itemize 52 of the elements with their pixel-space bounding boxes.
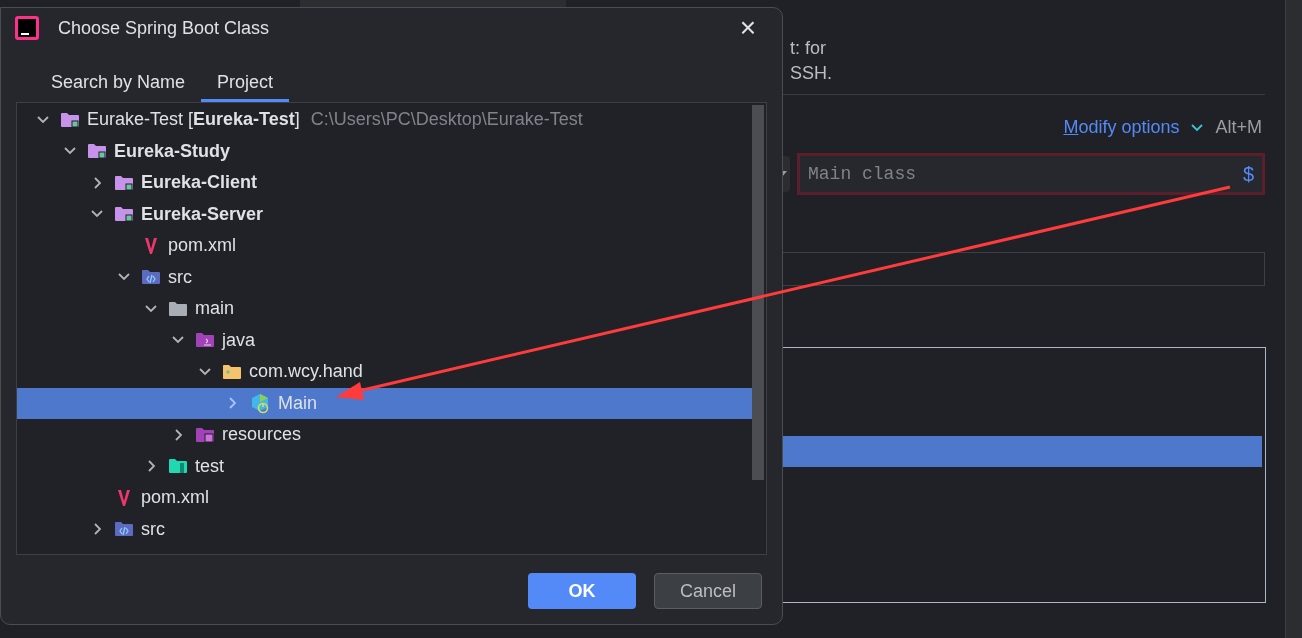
tree-row[interactable]: Eureka-Server <box>17 198 752 230</box>
spring-class-icon <box>249 392 271 415</box>
folder-icon <box>60 110 80 129</box>
chevron-down-icon[interactable] <box>1191 122 1204 133</box>
tree-label: Eureka-Client <box>141 171 258 195</box>
modify-options-link[interactable]: Modify options <box>1063 114 1180 141</box>
folder-icon <box>222 362 242 381</box>
tree-label: main <box>195 297 234 321</box>
folder-icon <box>114 173 134 192</box>
tree-label: src <box>141 517 165 541</box>
tree-row[interactable]: pom.xml <box>17 230 752 262</box>
tree-row[interactable]: Eureka-Study <box>17 135 752 167</box>
close-button[interactable]: × <box>739 14 756 42</box>
path-text: C:\Users\PC\Desktop\Eurake-Test <box>310 108 583 132</box>
tree-row[interactable]: Eurake-Test [Eureka-Test] C:\Users\PC\Desktop\Eurake-Test <box>17 104 752 136</box>
tree-label: Eureka-Server <box>141 202 264 226</box>
folder-icon <box>141 268 161 287</box>
folder-icon <box>87 142 107 161</box>
dialog-title: Choose Spring Boot Class <box>58 16 270 40</box>
tree-row[interactable]: main <box>17 293 752 325</box>
note-text: SSH. <box>790 62 832 85</box>
tree-label: test <box>195 454 224 478</box>
tree-label: Main <box>278 391 317 415</box>
app-logo-icon <box>15 16 39 40</box>
main-class-field[interactable]: Main class $ <box>797 153 1265 195</box>
folder-icon <box>195 425 215 444</box>
tree-label: Eurake-Test [Eureka-Test] <box>87 108 300 132</box>
folder-icon <box>195 331 215 350</box>
tree-row[interactable]: src <box>17 513 752 545</box>
tree-row[interactable]: com.wcy.hand <box>17 356 752 388</box>
folder-icon <box>168 299 188 318</box>
note-text: t: for <box>790 37 826 60</box>
tree-label: pom.xml <box>168 234 236 258</box>
tree-label: java <box>222 328 256 352</box>
tree-row[interactable]: test <box>17 450 752 482</box>
macro-icon[interactable]: $ <box>1242 159 1254 189</box>
tree-label: Eureka-Study <box>114 139 231 163</box>
shortcut-text: Alt+M <box>1215 116 1262 139</box>
tree-label: resources <box>222 423 302 447</box>
tree-row[interactable]: pom.xml <box>17 482 752 514</box>
tree-row[interactable]: src <box>17 261 752 293</box>
folder-icon <box>114 205 134 224</box>
cancel-button[interactable]: Cancel <box>654 573 762 609</box>
tree-row[interactable]: Eureka-Client <box>17 167 752 199</box>
tree-row[interactable]: resources <box>17 419 752 451</box>
folder-icon <box>114 520 134 539</box>
folder-icon <box>168 457 188 476</box>
tree-row[interactable]: java <box>17 324 752 356</box>
tab[interactable]: Search by Name <box>35 66 202 102</box>
tree-label: src <box>168 265 192 289</box>
tree-label: com.wcy.hand <box>249 360 363 384</box>
tree-label: pom.xml <box>141 486 209 510</box>
